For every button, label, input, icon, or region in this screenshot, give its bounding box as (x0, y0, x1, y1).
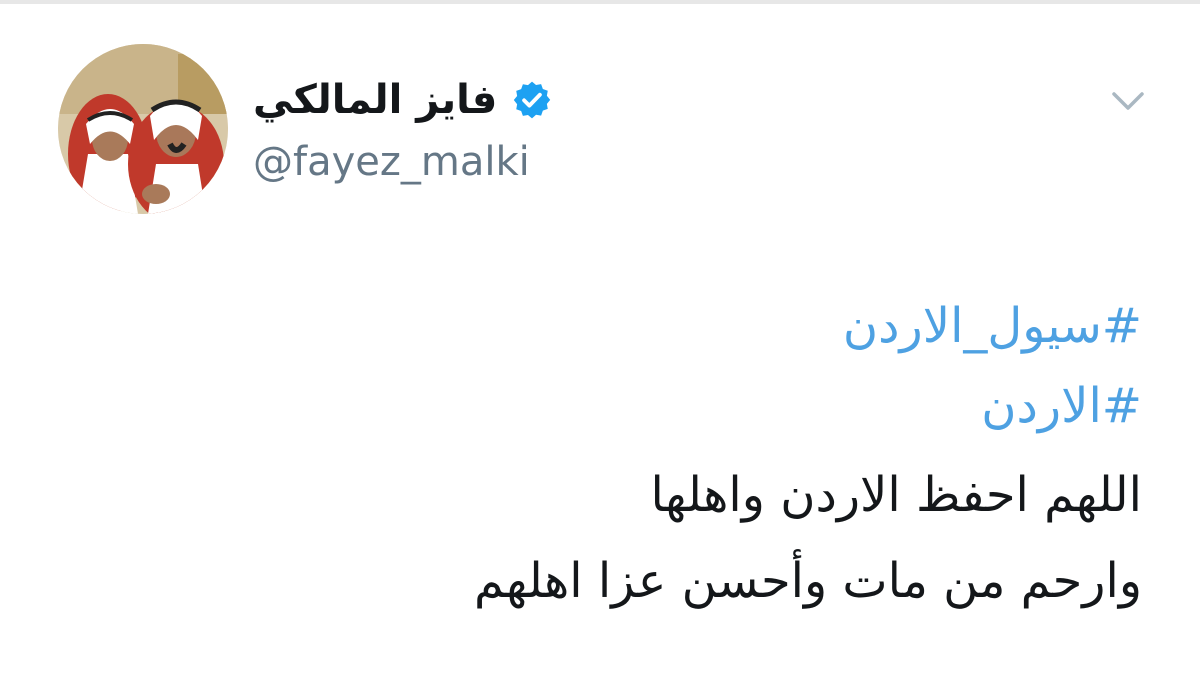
name-row: فايز المالكي (253, 70, 553, 130)
avatar-image (58, 44, 228, 214)
tweet-body: #سيول_الاردن #الاردن اللهم احفظ الاردن و… (242, 286, 1142, 624)
hashtag-link[interactable]: #سيول_الاردن (242, 286, 1142, 366)
user-info: فايز المالكي @fayez_malki (253, 70, 573, 190)
tweet-text-line: وارحم من مات وأحسن عزا اهلهم (474, 553, 1142, 609)
username[interactable]: @fayez_malki (253, 138, 530, 186)
tweet-text-line: اللهم احفظ الاردن واهلها (650, 467, 1142, 523)
avatar[interactable] (58, 44, 228, 214)
hashtag-link[interactable]: #الاردن (242, 366, 1142, 446)
display-name[interactable]: فايز المالكي (253, 70, 497, 130)
verified-badge-icon (514, 81, 551, 119)
chevron-down-icon[interactable] (1108, 84, 1148, 120)
tweet-card: فايز المالكي @fayez_malki #سيول_الاردن #… (0, 4, 1200, 691)
